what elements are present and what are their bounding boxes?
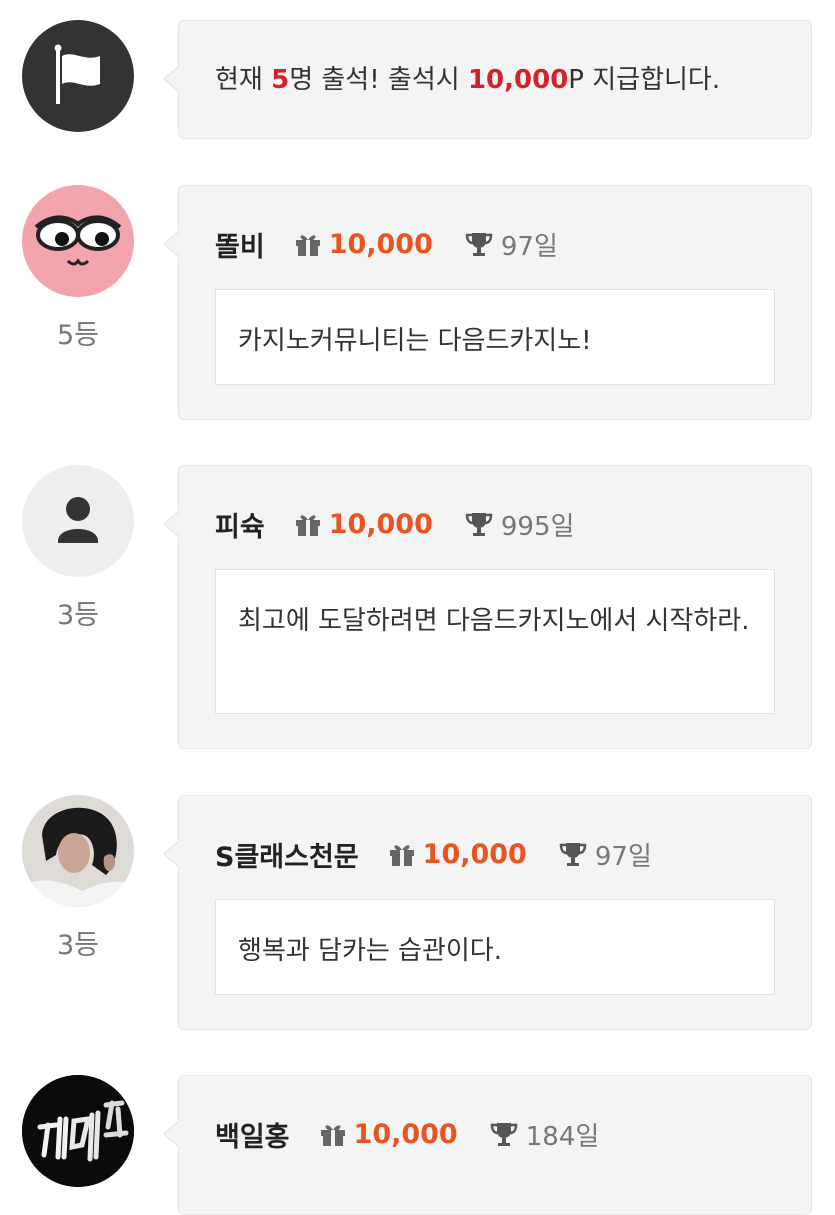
- comment-message: 카지노커뮤니티는 다음드카지노!: [215, 289, 775, 385]
- photo-avatar[interactable]: [22, 795, 134, 907]
- gift-icon: [295, 515, 320, 536]
- comment-bubble: S클래스천문 10,000 97일 행복과 담카는 습관이다.: [163, 795, 812, 1030]
- gift-icon: [320, 1125, 345, 1146]
- trophy-icon: [490, 1123, 517, 1146]
- list-item: 3등 피슉 10,000 995일 최고에 도달하려면 다음드카지노에서 시작하…: [0, 465, 835, 750]
- list-item: 3등 S클래스천문 10,000 97일 행복과 담카는 습관이다.: [0, 795, 835, 1031]
- comment-bubble: 똘비 10,000 97일 카지노커뮤니티는 다음드카지노!: [163, 185, 812, 420]
- nickname[interactable]: 피슉: [215, 505, 265, 544]
- trophy-icon: [465, 513, 493, 536]
- list-item: 5등 똘비 10,000 97일 카지노커뮤니티는 다음드카지노!: [0, 185, 835, 421]
- neon-sign-avatar[interactable]: [22, 1075, 134, 1187]
- reward-amount: 10,000: [467, 65, 569, 95]
- attendance-days: 97일: [594, 841, 652, 872]
- notice-text: 현재 5명 출석! 출석시 10,000P 지급합니다.: [215, 65, 721, 95]
- attendance-days: 995일: [500, 511, 575, 542]
- comment-bubble: 백일홍 10,000 184일: [163, 1075, 812, 1215]
- trophy-icon: [465, 233, 493, 256]
- nickname[interactable]: S클래스천문: [215, 835, 359, 874]
- trophy-icon: [559, 843, 587, 866]
- points-value: 10,000: [328, 508, 433, 540]
- points-value: 10,000: [353, 1118, 458, 1150]
- list-item: 백일홍 10,000 184일: [0, 1075, 835, 1215]
- gift-icon: [295, 235, 320, 256]
- rank-label: 3등: [56, 600, 100, 631]
- comment-message: 행복과 담카는 습관이다.: [215, 899, 775, 995]
- points-value: 10,000: [328, 228, 433, 260]
- attendance-notice: 현재 5명 출석! 출석시 10,000P 지급합니다.: [0, 20, 835, 140]
- flag-icon: [22, 20, 134, 132]
- default-user-avatar[interactable]: [22, 465, 134, 577]
- nickname[interactable]: 똘비: [215, 225, 265, 264]
- rank-label: 5등: [56, 320, 100, 351]
- gift-icon: [389, 845, 414, 866]
- points-value: 10,000: [422, 838, 527, 870]
- emoji-face-avatar[interactable]: [22, 185, 134, 297]
- comment-message: 최고에 도달하려면 다음드카지노에서 시작하라.: [215, 569, 775, 714]
- rank-label: 3등: [56, 930, 100, 961]
- attendance-days: 184일: [525, 1121, 600, 1152]
- comment-bubble: 피슉 10,000 995일 최고에 도달하려면 다음드카지노에서 시작하라.: [163, 465, 812, 749]
- notice-bubble: 현재 5명 출석! 출석시 10,000P 지급합니다.: [163, 20, 812, 139]
- attendee-count: 5: [271, 65, 290, 95]
- nickname[interactable]: 백일홍: [215, 1115, 290, 1154]
- attendance-days: 97일: [500, 231, 558, 262]
